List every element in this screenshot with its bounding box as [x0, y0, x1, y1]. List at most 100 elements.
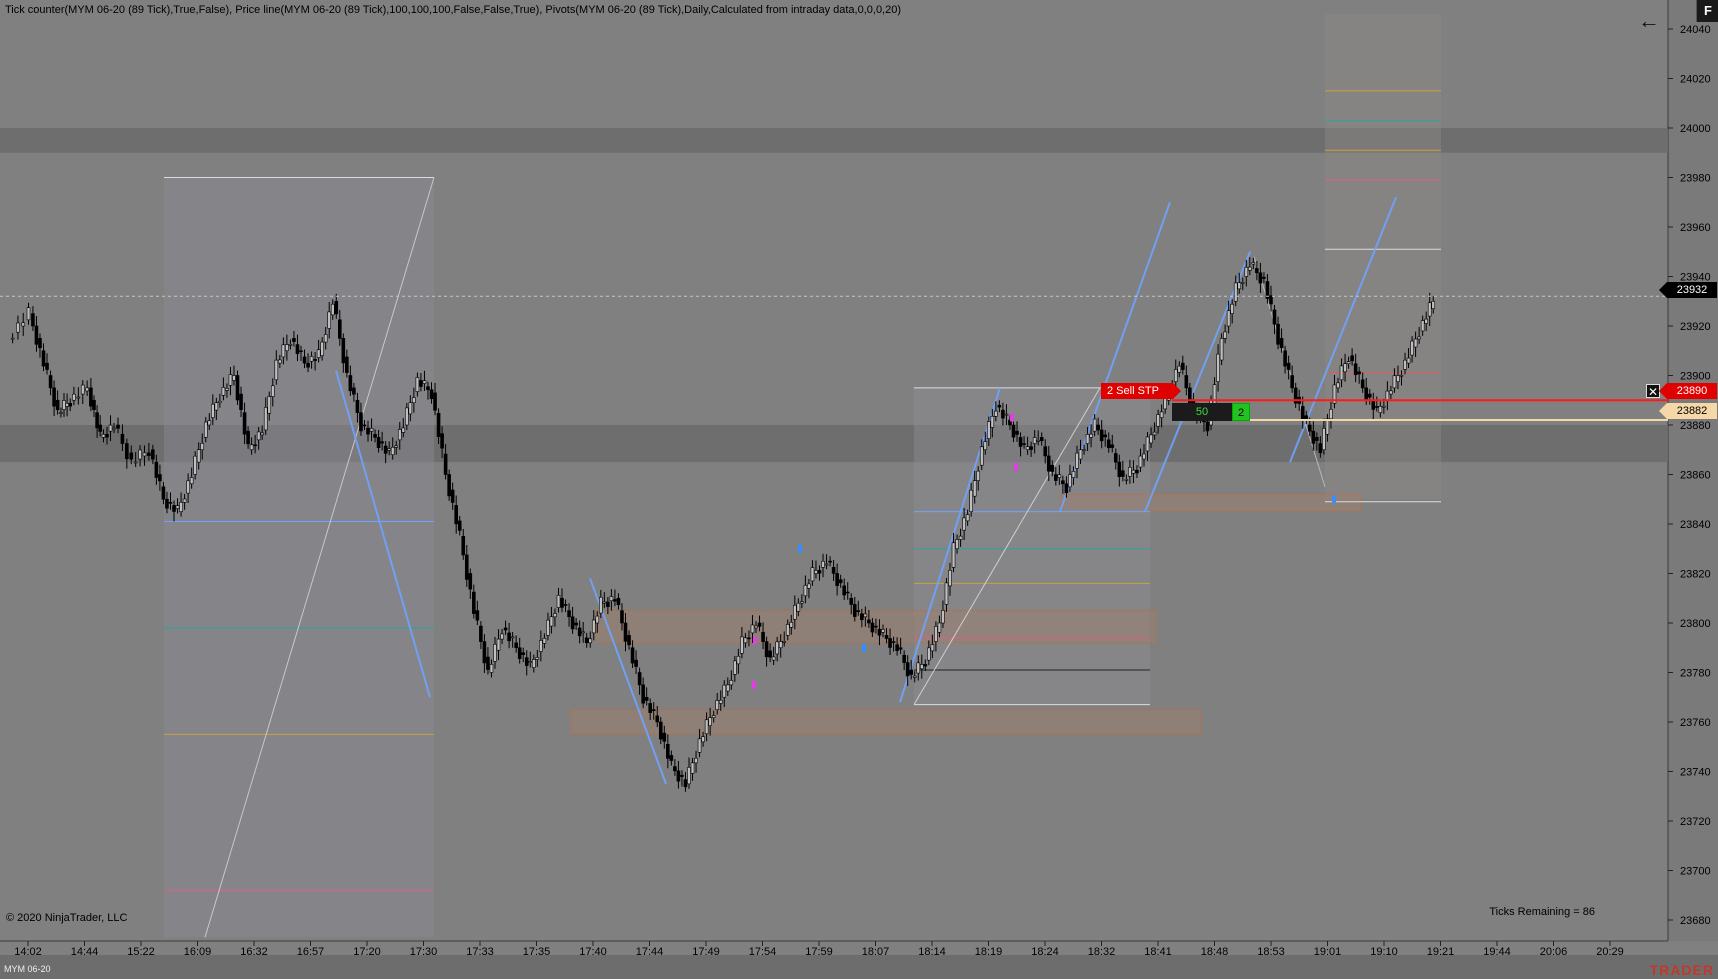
candle-body	[59, 412, 63, 414]
y-tick-label: 23880	[1680, 420, 1711, 432]
candle-body	[1156, 414, 1160, 427]
candle-body	[743, 637, 748, 644]
y-tick-label: 23700	[1680, 866, 1711, 878]
candle-body	[1233, 282, 1238, 302]
status-strip	[0, 955, 1718, 979]
candle-body	[1061, 480, 1065, 485]
candle-body	[1378, 406, 1383, 413]
candle-body	[394, 445, 399, 448]
candle-body	[775, 641, 779, 655]
candle-body	[285, 344, 289, 352]
candle-body	[1240, 282, 1245, 284]
candle-body	[133, 461, 138, 464]
candle-body	[528, 661, 533, 663]
candle-body	[207, 420, 212, 426]
candle-body	[584, 637, 589, 644]
candle-body	[454, 505, 458, 525]
candle-body	[334, 300, 339, 315]
x-tick-label: 17:44	[636, 946, 664, 958]
candle-body	[1406, 357, 1411, 364]
candle-body	[531, 659, 536, 668]
candle-body	[101, 433, 106, 438]
y-tick-label: 23920	[1680, 321, 1711, 333]
candle-body	[747, 637, 751, 640]
candle-body	[1375, 406, 1379, 408]
candle-body	[1135, 469, 1139, 474]
candle-body	[327, 311, 332, 329]
candle-body	[1311, 430, 1316, 444]
x-tick-label: 18:19	[975, 946, 1003, 958]
x-tick-label: 17:54	[749, 946, 777, 958]
drawing-region-2[interactable]	[1325, 14, 1441, 500]
candle-body	[842, 585, 846, 596]
candle-body	[983, 441, 988, 451]
candle-body	[1046, 455, 1051, 472]
candle-body	[447, 474, 451, 497]
candle-body	[898, 647, 903, 650]
candle-body	[1382, 405, 1386, 408]
candle-body	[200, 443, 205, 451]
candle-body	[510, 636, 515, 639]
candle-body	[440, 433, 444, 449]
sell-stop-order-flag[interactable]: 2 Sell STP	[1101, 383, 1181, 399]
candle-body	[1113, 453, 1118, 463]
candle-body	[1322, 428, 1326, 451]
x-tick-label: 17:33	[466, 946, 494, 958]
candle-body	[461, 536, 466, 556]
candle-body	[330, 303, 335, 316]
signal-marker-3	[752, 680, 756, 689]
ticks-remaining: Ticks Remaining = 86	[1489, 906, 1595, 918]
candle-body	[214, 402, 219, 411]
drawing-region-0[interactable]	[164, 177, 434, 938]
candle-body	[1110, 444, 1115, 448]
candle-body	[468, 573, 473, 590]
price-chart[interactable]: 2404024020240002398023960239402392023900…	[0, 0, 1718, 979]
instrument-label: MYM 06-20	[4, 964, 51, 974]
candle-body	[789, 621, 794, 628]
candle-body	[125, 443, 129, 460]
candle-body	[239, 393, 243, 410]
candle-body	[1173, 369, 1178, 382]
candle-body	[1399, 374, 1404, 377]
candle-body	[778, 641, 783, 649]
candle-body	[112, 427, 116, 430]
chart-menu-button[interactable]: F	[1696, 0, 1718, 22]
candle-body	[517, 647, 522, 659]
candle-body	[563, 604, 568, 606]
candle-body	[581, 631, 585, 634]
candle-body	[916, 662, 921, 674]
x-tick-label: 17:49	[692, 946, 720, 958]
candle-body	[1219, 338, 1224, 361]
candle-body	[577, 627, 582, 637]
candle-body	[1346, 361, 1351, 365]
candle-body	[694, 757, 698, 764]
sell-stop-price-tag[interactable]: 23890	[1659, 383, 1717, 399]
candle-body	[588, 638, 593, 644]
candle-body	[415, 377, 420, 392]
y-tick-label: 23900	[1680, 371, 1711, 383]
candle-body	[472, 591, 476, 614]
candle-body	[711, 715, 716, 718]
position-qty-box[interactable]: 2	[1232, 403, 1250, 421]
candle-body	[796, 602, 801, 612]
candle-body	[26, 307, 31, 321]
candle-body	[1089, 433, 1093, 438]
supply-zone-1[interactable]	[570, 709, 1202, 735]
arrow-left-icon[interactable]: ←	[1636, 8, 1662, 34]
candle-body	[923, 664, 928, 667]
x-tick-label: 16:32	[240, 946, 268, 958]
position-pnl-box[interactable]: 50	[1172, 403, 1232, 421]
candle-body	[320, 341, 324, 356]
supply-zone-2[interactable]	[1060, 493, 1362, 513]
close-x-icon[interactable]: ✕	[1646, 384, 1660, 399]
candle-body	[951, 542, 956, 568]
y-tick-label: 23980	[1680, 173, 1711, 185]
candle-body	[76, 396, 81, 399]
y-tick-label: 23680	[1680, 915, 1711, 927]
candle-body	[937, 622, 942, 633]
candle-body	[574, 622, 578, 626]
candle-body	[98, 424, 102, 432]
candle-body	[1159, 411, 1164, 418]
candle-body	[479, 625, 483, 642]
candle-body	[1036, 440, 1040, 442]
